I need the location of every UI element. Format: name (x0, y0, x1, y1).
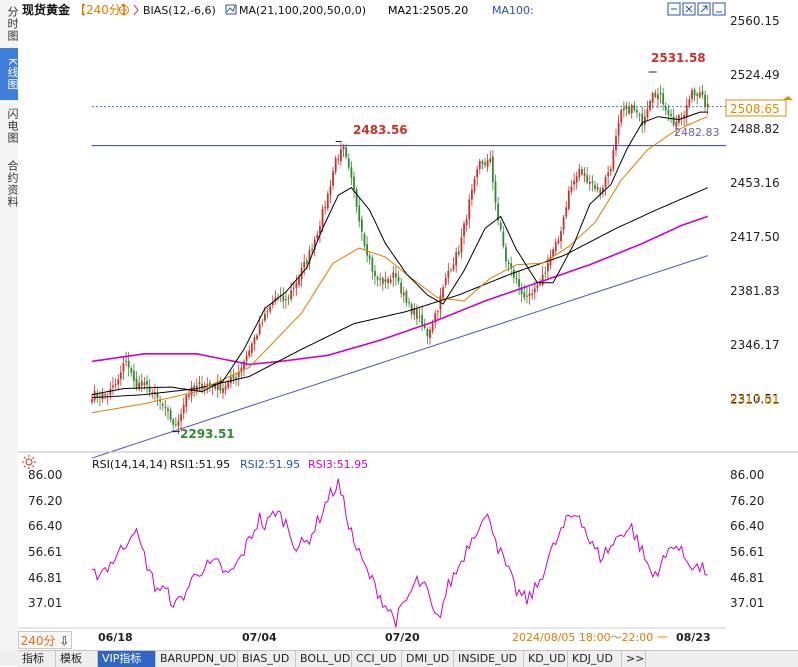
hline-label: 2482.83 (674, 126, 720, 139)
tab-kd[interactable]: KD_UD (524, 651, 568, 667)
tab-inside[interactable]: INSIDE_UD (454, 651, 524, 667)
timeframe-corner[interactable]: 240分 ⇩ (18, 631, 72, 649)
rsi-tick: 76.20 (28, 494, 62, 508)
tab-time-share[interactable]: 分时图 (0, 0, 19, 48)
tab-boll[interactable]: BOLL_UD (296, 651, 352, 667)
rsi-legend: RSI(14,14,14) RSI1:51.95 RSI2:51.95 RSI3… (92, 458, 368, 471)
indicator-tab-bar: 指标 模板 VIP指标 BARUPDN_UD BIAS_UD BOLL_UD C… (18, 650, 798, 667)
annotation-high1: 2483.56 (353, 123, 408, 137)
ma-label: MA(21,100,200,50,0,0) (239, 4, 366, 17)
rsi-tick: 37.01 (730, 596, 764, 610)
rsi-tick: 46.81 (730, 571, 764, 585)
tab-contract-info[interactable]: 合约资料 (0, 152, 19, 216)
annotation-low1: 2293.51 (180, 427, 235, 441)
timeframe-corner-text: 240分 (20, 634, 56, 648)
tab-cci[interactable]: CCI_UD (352, 651, 402, 667)
ma100-value: MA100: (492, 4, 534, 17)
tab-bias[interactable]: BIAS_UD (238, 651, 296, 667)
price-tick: 2453.16 (730, 176, 780, 190)
date-label: 07/04 (242, 631, 277, 644)
corner-spacer (0, 650, 18, 666)
tab-indicator[interactable]: 指标 (18, 651, 56, 667)
rsi1-value: RSI1:51.95 (170, 458, 230, 471)
tab-vip-indicator[interactable]: VIP指标 (98, 651, 156, 667)
tab-kdj[interactable]: KDJ_UD (568, 651, 622, 667)
rsi3-value: RSI3:51.95 (308, 458, 368, 471)
price-tick: 2488.82 (730, 122, 780, 136)
price-tick: 2381.83 (730, 284, 780, 298)
rsi-tick: 66.40 (28, 519, 62, 533)
date-label: 07/20 (385, 631, 420, 644)
price-tick: 2346.17 (730, 338, 780, 352)
price-tick: 2417.50 (730, 230, 780, 244)
rsi-tick: 56.61 (28, 545, 62, 559)
header-legend: 现货黄金 【240分】 BIAS(12,-6,6) MA(21,100,200,… (22, 2, 534, 17)
rsi-tick: 86.00 (730, 468, 764, 482)
symbol-name: 现货黄金 (22, 2, 71, 17)
left-tab-bar: 分时图 K线图 闪电图 合约资料 (0, 0, 19, 650)
date-label: 08/23 (676, 631, 711, 644)
ma21-value: MA21:2505.20 (388, 4, 468, 17)
candle (612, 146, 615, 172)
current-price-value: 2508.65 (730, 102, 780, 116)
price-tick: 2524.49 (730, 68, 780, 82)
crosshair-time: 2024/08/05 18:00～22:00 一 (512, 631, 668, 644)
rsi-tick: 37.01 (28, 596, 62, 610)
date-label: 06/18 (98, 631, 133, 644)
chevron-down-icon: ⇩ (59, 634, 70, 648)
tab-flash[interactable]: 闪电图 (0, 100, 19, 152)
annotation-high2: 2531.58 (651, 51, 706, 65)
rsi2-value: RSI2:51.95 (240, 458, 300, 471)
bias-label: BIAS(12,-6,6) (143, 4, 216, 17)
tab-dmi[interactable]: DMI_UD (402, 651, 454, 667)
rsi-tick: 76.20 (730, 494, 764, 508)
candle (334, 155, 337, 175)
rsi-tick: 56.61 (730, 545, 764, 559)
rsi-tick: 66.40 (730, 519, 764, 533)
low-price-tag: 2317.01 (730, 393, 780, 407)
price-tick: 2560.15 (730, 14, 780, 28)
tab-more[interactable]: >> (622, 651, 646, 667)
tab-kline[interactable]: K线图 (0, 48, 19, 100)
tab-template[interactable]: 模板 (56, 651, 98, 667)
tab-barupdn[interactable]: BARUPDN_UD (156, 651, 238, 667)
rsi-label: RSI(14,14,14) (92, 458, 167, 471)
rsi-tick: 86.00 (28, 468, 62, 482)
rsi-tick: 46.81 (28, 571, 62, 585)
chart-area[interactable]: 现货黄金 【240分】 BIAS(12,-6,6) MA(21,100,200,… (18, 0, 798, 650)
